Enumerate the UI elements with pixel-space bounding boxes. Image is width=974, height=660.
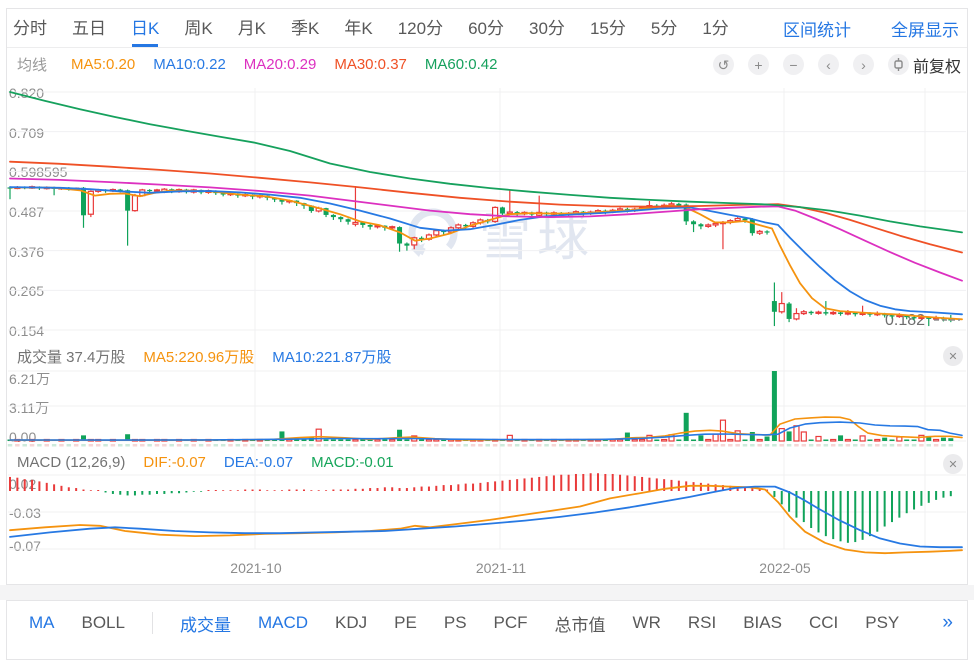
price-axis-tick: 0.265	[9, 283, 45, 300]
price-axis-tick: 0.154	[9, 323, 45, 339]
price-axis-tick: 0.376	[9, 243, 45, 260]
tab-divider	[151, 612, 153, 634]
price-axis-tick: 0.820	[9, 85, 45, 101]
chart-card: 分时 五日 日K 周K 月K 季K 年K 120分 60分 30分 15分 5分 1分 区间统计 全屏显示…	[6, 8, 968, 585]
volume-axis-tick: 0.00	[9, 429, 37, 445]
indicator-tab-PCF[interactable]: PCF	[494, 613, 528, 633]
volume-axis-tick: 3.11万	[9, 400, 50, 416]
indicator-tab-总市值[interactable]: 总市值	[555, 611, 606, 636]
price-axis-tick: 0.709	[9, 124, 45, 141]
indicator-tab-WR[interactable]: WR	[633, 613, 661, 633]
last-price-label: 0.182	[885, 312, 926, 329]
indicator-tab-MA[interactable]: MA	[29, 613, 55, 633]
more-indicators-button[interactable]: »	[942, 612, 953, 634]
time-axis-label: 2021-10	[230, 560, 282, 576]
indicator-tab-PE[interactable]: PE	[394, 613, 417, 633]
price-axis-tick: 0.487	[9, 204, 45, 220]
indicator-tab-成交量[interactable]: 成交量	[180, 611, 231, 636]
macd-axis-tick: -0.07	[9, 538, 41, 554]
indicator-tab-BIAS[interactable]: BIAS	[743, 613, 782, 633]
indicator-tab-KDJ[interactable]: KDJ	[335, 613, 367, 633]
macd-axis-tick: 0.02	[9, 476, 37, 492]
volume-axis-tick: 6.21万	[9, 371, 51, 387]
time-axis-label: 2021-11	[475, 560, 527, 576]
time-axis-label: 2022-05	[759, 560, 811, 576]
axis-labels-layer: 0.820 0.709 0.598595 0.487 0.376 0.265 0.154 6.…	[7, 9, 967, 584]
indicator-tab-BOLL[interactable]: BOLL	[82, 613, 125, 633]
indicator-tab-CCI[interactable]: CCI	[809, 613, 838, 633]
panel-gap	[0, 585, 974, 600]
indicator-tab-PS[interactable]: PS	[444, 613, 467, 633]
indicator-tab-RSI[interactable]: RSI	[688, 613, 716, 633]
price-axis-tick: 0.598595	[9, 164, 68, 181]
macd-axis-tick: -0.03	[9, 505, 41, 521]
indicator-tab-bar: MA BOLL 成交量 MACD KDJ PE PS PCF 总市值 WR RSI BIAS CCI PS…	[6, 600, 968, 660]
indicator-tabs: MA BOLL 成交量 MACD KDJ PE PS PCF 总市值 WR RSI BIAS CCI PS…	[29, 611, 926, 636]
indicator-tab-MACD[interactable]: MACD	[258, 613, 308, 633]
indicator-tab-PSY[interactable]: PSY	[865, 613, 899, 633]
